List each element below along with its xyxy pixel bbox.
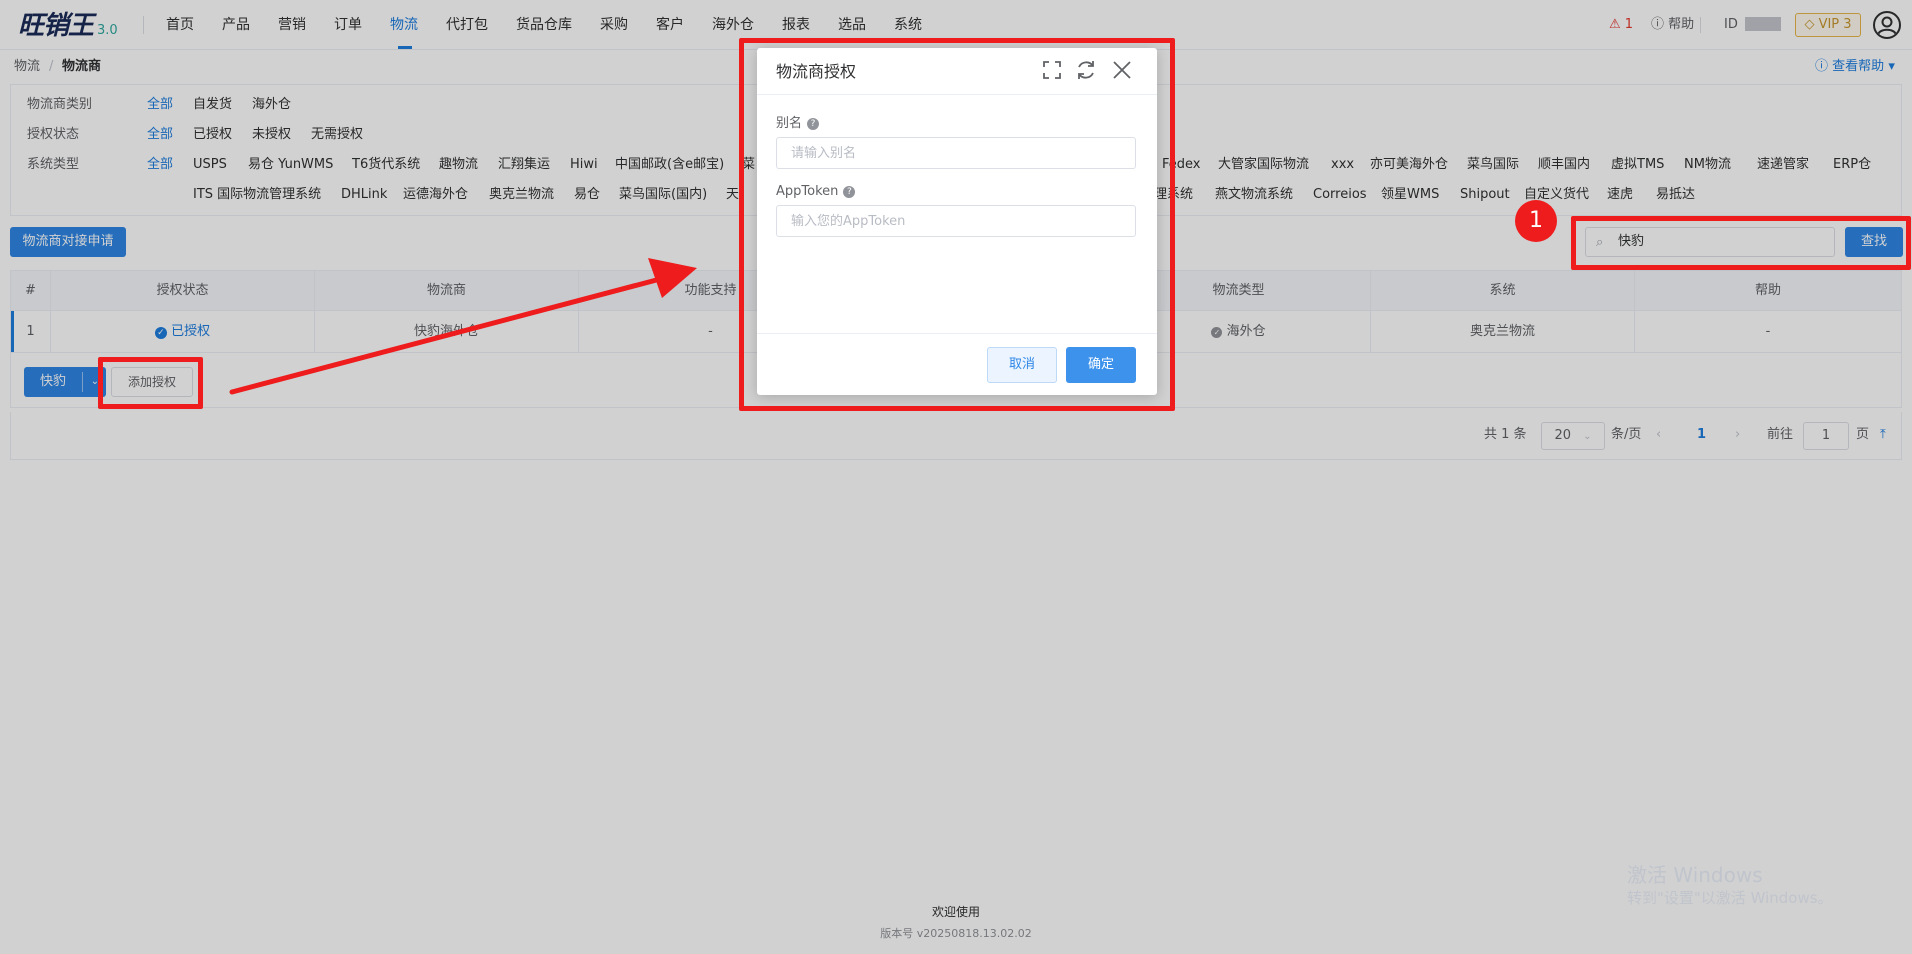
- annotation-box-add-auth: [98, 357, 203, 409]
- annotation-box-search: [1571, 216, 1911, 270]
- annotation-step-badge: 1: [1515, 200, 1557, 242]
- windows-activation-hint: 转到"设置"以激活 Windows。: [1627, 889, 1833, 907]
- annotation-box-dialog: [739, 38, 1175, 411]
- windows-activation-watermark: 激活 Windows: [1627, 863, 1763, 887]
